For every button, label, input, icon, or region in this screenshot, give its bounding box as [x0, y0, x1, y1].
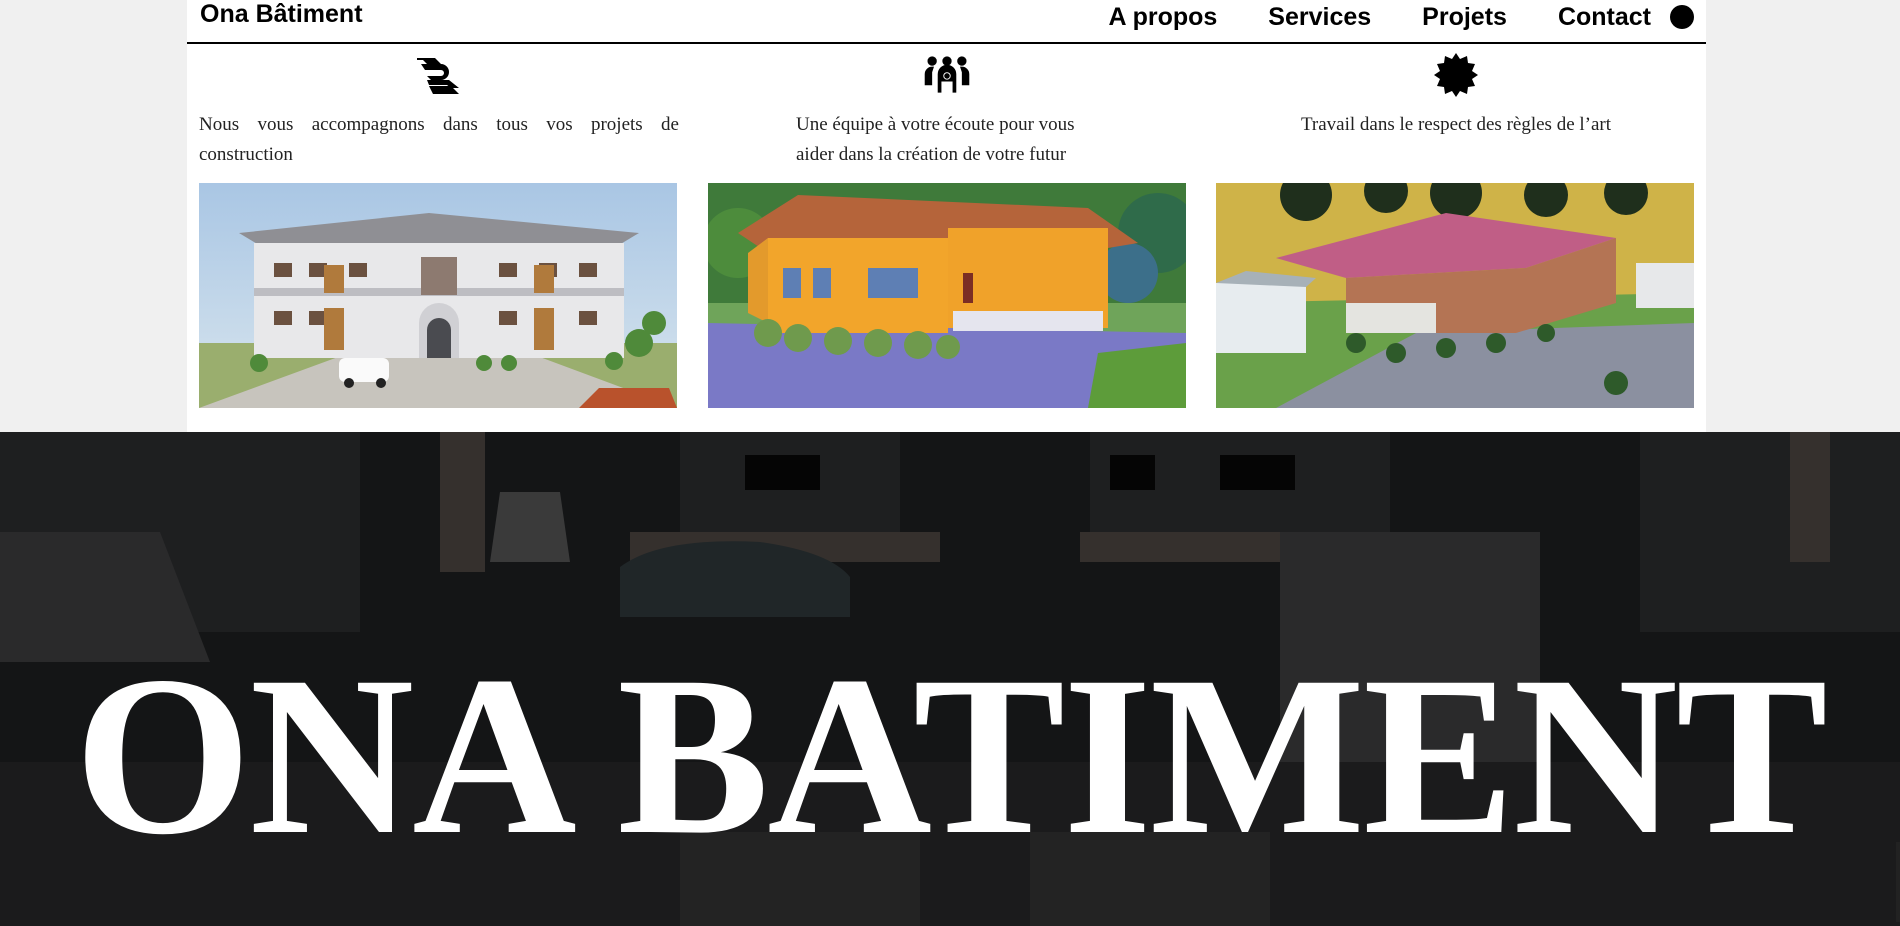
- hero-banner: ONA BATIMENT: [0, 432, 1900, 926]
- nav-link-a-propos[interactable]: A propos: [1109, 2, 1218, 32]
- scrollbar-thumb[interactable]: [1896, 842, 1900, 922]
- nav-link-contact[interactable]: Contact: [1558, 2, 1651, 32]
- feature-text: Nous vous accompagnons dans tous vos pro…: [199, 114, 679, 165]
- brand-logo-text[interactable]: Ona Bâtiment: [200, 0, 363, 28]
- team-icon: [921, 52, 973, 98]
- handshake-icon: [412, 52, 464, 98]
- nav-link-projets[interactable]: Projets: [1422, 2, 1507, 32]
- nav-link-services[interactable]: Services: [1268, 2, 1371, 32]
- project-photo-two-storey-building[interactable]: [199, 183, 677, 408]
- project-photo-pink-roof-house[interactable]: [1216, 183, 1694, 408]
- hero-title: ONA BATIMENT: [74, 630, 1828, 882]
- certificate-badge-icon: [1430, 52, 1482, 98]
- feature-quality: Travail dans le respect des règles de l’…: [1217, 50, 1695, 178]
- navbar: Ona Bâtiment A propos Services Projets C…: [187, 0, 1706, 44]
- top-content-card: Ona Bâtiment A propos Services Projets C…: [187, 0, 1706, 432]
- project-photo-orange-house[interactable]: [708, 183, 1186, 408]
- feature-accompaniment: Nous vous accompagnons dans tous vos pro…: [199, 50, 679, 178]
- feature-text: Une équipe à votre écoute pour vous aide…: [796, 114, 1075, 165]
- feature-team: Une équipe à votre écoute pour vous aide…: [708, 50, 1186, 178]
- nav-links: A propos Services Projets Contact: [1109, 2, 1694, 32]
- theme-toggle-dot-icon[interactable]: [1670, 5, 1694, 29]
- feature-text: Travail dans le respect des règles de l’…: [1300, 114, 1612, 135]
